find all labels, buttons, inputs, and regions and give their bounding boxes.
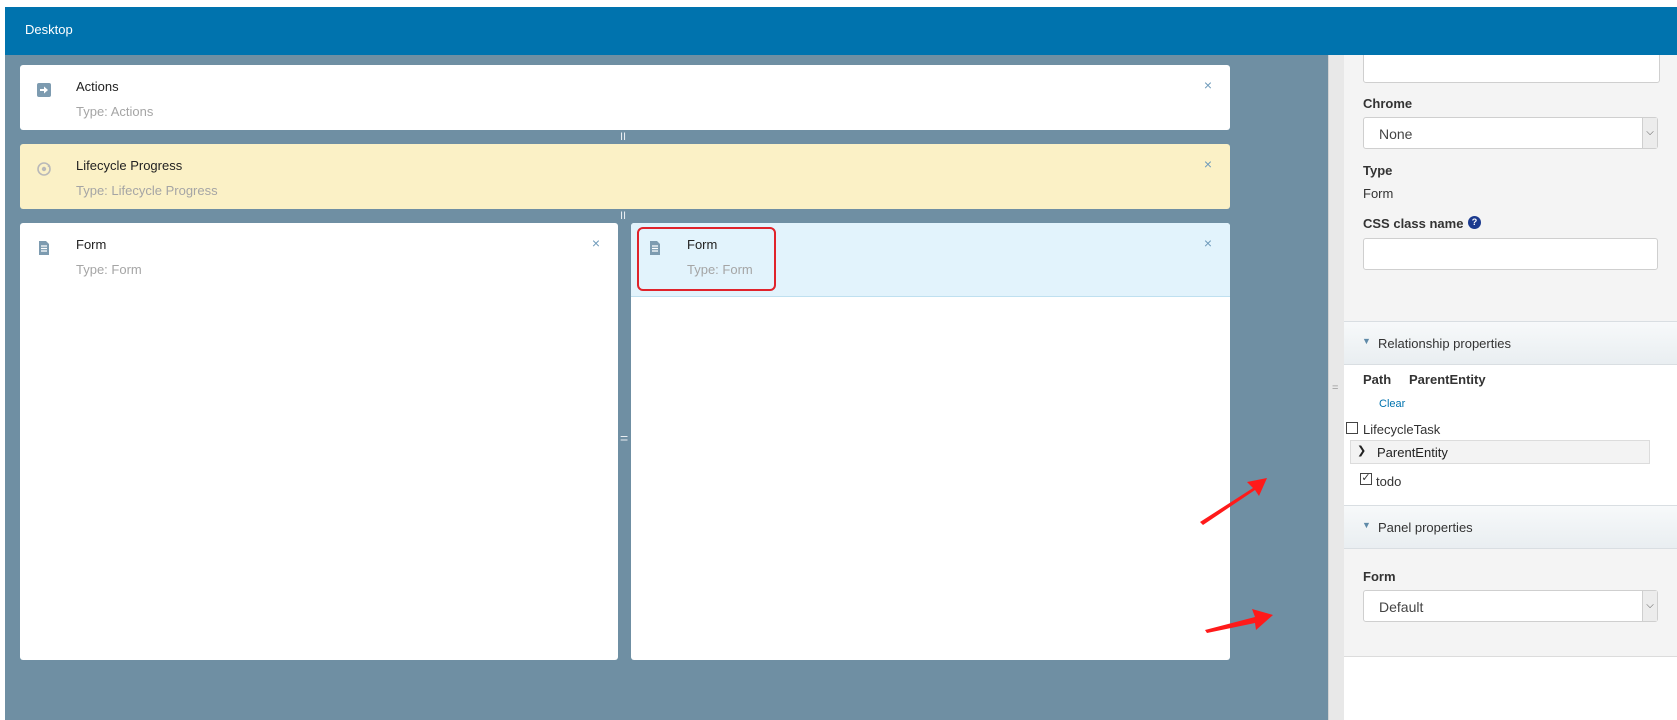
highlight-box — [637, 227, 776, 291]
pane-type: Type: Lifecycle Progress — [76, 183, 218, 198]
path-value: ParentEntity — [1409, 372, 1486, 387]
description-textarea[interactable] — [1363, 55, 1660, 83]
section-title: Relationship properties — [1378, 336, 1511, 351]
splitter-handle[interactable]: II — [620, 211, 626, 222]
pane-name: Lifecycle Progress — [76, 158, 183, 173]
panel-properties-body: Form Default ⌵ — [1344, 549, 1677, 657]
pane-actions[interactable]: Actions Type: Actions × — [20, 65, 1230, 130]
tree-node-label: ParentEntity — [1377, 445, 1448, 460]
css-class-label: CSS class name — [1363, 216, 1464, 231]
triangle-down-icon: ▼ — [1362, 520, 1371, 530]
checkbox-todo[interactable]: ✓ — [1360, 473, 1372, 485]
path-label: Path — [1363, 372, 1392, 387]
annotation-arrow-1 — [1200, 478, 1267, 525]
pane-form-left[interactable]: Form Type: Form × — [20, 223, 618, 660]
pane-lifecycle-progress[interactable]: Lifecycle Progress Type: Lifecycle Progr… — [20, 144, 1230, 209]
panel-properties-header[interactable]: ▼ Panel properties — [1344, 505, 1677, 549]
annotation-arrow-2 — [1205, 609, 1273, 633]
chrome-label: Chrome — [1363, 96, 1413, 111]
pane-name: Actions — [76, 79, 119, 94]
document-icon — [39, 241, 49, 255]
chevron-down-icon: ❯ — [1357, 445, 1367, 457]
panel-divider[interactable]: = — [1328, 55, 1344, 720]
chevron-down-icon: ⌵ — [1642, 118, 1657, 148]
help-icon[interactable]: ? — [1468, 216, 1481, 229]
pane-name: Form — [76, 237, 107, 252]
clear-link[interactable]: Clear — [1379, 398, 1405, 410]
general-properties: Chrome None ⌵ Type Form CSS class name ? — [1344, 55, 1677, 323]
annotation-arrows — [1200, 478, 1273, 633]
form-value: Default — [1379, 599, 1424, 615]
chrome-select[interactable]: None ⌵ — [1363, 117, 1658, 149]
top-bar: Desktop — [5, 7, 1677, 55]
type-label: Type — [1363, 163, 1393, 178]
properties-panel: Chrome None ⌵ Type Form CSS class name ?… — [1344, 55, 1677, 720]
close-icon[interactable]: × — [1204, 77, 1212, 93]
arrow-right-icon — [37, 83, 51, 97]
type-value: Form — [1363, 186, 1394, 201]
chrome-value: None — [1379, 126, 1413, 142]
triangle-down-icon: ▼ — [1362, 336, 1371, 346]
tree-node-parententity[interactable]: ❯ ParentEntity — [1350, 440, 1650, 464]
lifecycle-icon — [37, 162, 51, 176]
relationship-properties-header[interactable]: ▼ Relationship properties — [1344, 321, 1677, 365]
divider-handle[interactable]: = — [1332, 382, 1338, 394]
splitter-handle[interactable]: II — [620, 132, 626, 143]
form-label: Form — [1363, 569, 1396, 584]
pane-type: Type: Actions — [76, 104, 154, 119]
css-class-input[interactable] — [1363, 238, 1658, 270]
checkbox-label: LifecycleTask — [1363, 422, 1441, 437]
close-icon[interactable]: × — [1204, 235, 1212, 251]
pane-form-right[interactable]: Form Type: Form × — [631, 223, 1230, 660]
pane-type: Type: Form — [76, 262, 142, 277]
app-title: Desktop — [25, 22, 73, 37]
chevron-down-icon: ⌵ — [1642, 591, 1657, 621]
form-select[interactable]: Default ⌵ — [1363, 590, 1658, 622]
section-title: Panel properties — [1378, 520, 1473, 535]
close-icon[interactable]: × — [592, 235, 600, 251]
splitter-handle[interactable]: = — [620, 431, 628, 445]
close-icon[interactable]: × — [1204, 156, 1212, 172]
checkbox-lifecycletask[interactable] — [1346, 422, 1358, 434]
layout-canvas: Actions Type: Actions × II Lifecycle Pro… — [5, 55, 1328, 720]
checkbox-label: todo — [1376, 474, 1402, 489]
